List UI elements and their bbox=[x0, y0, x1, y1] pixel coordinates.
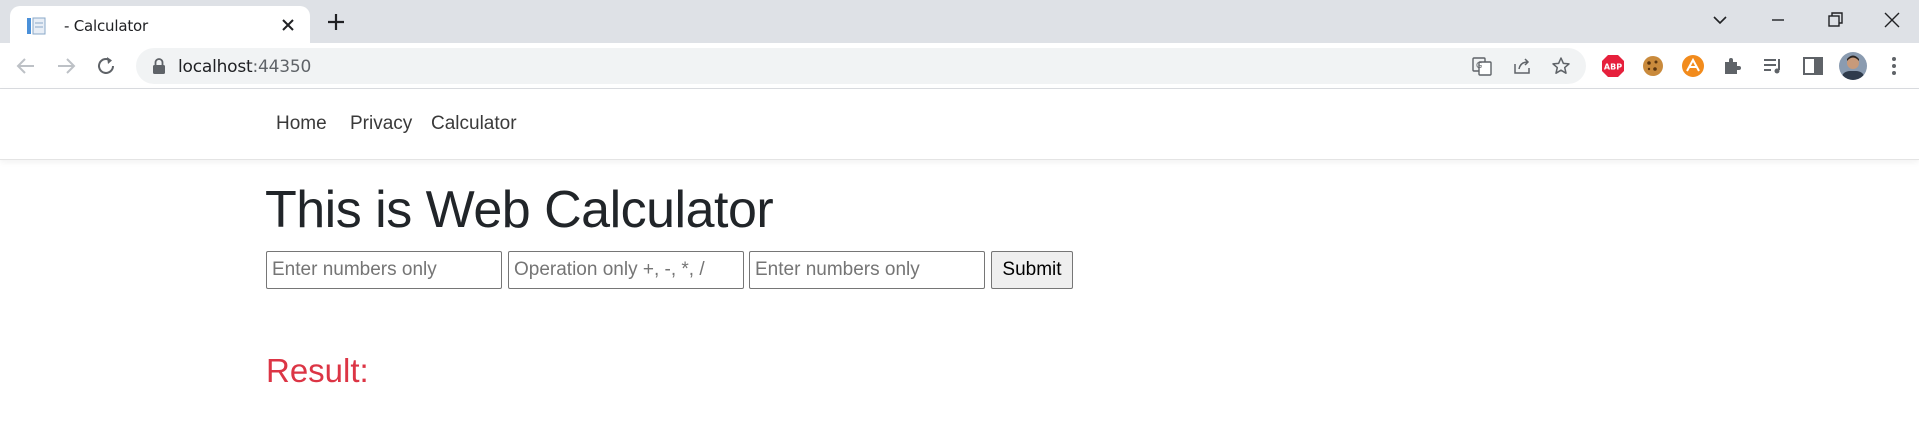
close-window-icon[interactable] bbox=[1882, 10, 1902, 30]
reload-icon[interactable] bbox=[94, 54, 118, 78]
page-title: This is Web Calculator bbox=[265, 181, 774, 239]
site-navbar: Home Privacy Calculator bbox=[0, 89, 1919, 160]
url-host: localhost bbox=[178, 57, 253, 77]
address-bar[interactable]: localhost:44350 G bbox=[136, 48, 1586, 84]
puzzle-icon[interactable] bbox=[1721, 54, 1745, 78]
submit-button[interactable]: Submit bbox=[991, 251, 1073, 289]
close-icon[interactable] bbox=[280, 17, 296, 33]
nav-link-privacy[interactable]: Privacy bbox=[350, 113, 412, 135]
restore-icon[interactable] bbox=[1825, 10, 1845, 30]
result-label: Result: bbox=[266, 352, 369, 389]
avatar[interactable] bbox=[1839, 52, 1867, 80]
back-icon[interactable] bbox=[14, 54, 38, 78]
chevron-down-icon[interactable] bbox=[1710, 10, 1730, 30]
kebab-menu-icon[interactable] bbox=[1882, 54, 1906, 78]
media-queue-icon[interactable] bbox=[1761, 54, 1785, 78]
url-port: :44350 bbox=[252, 57, 312, 77]
calendar-favicon-icon bbox=[27, 17, 46, 35]
side-panel-icon[interactable] bbox=[1801, 54, 1825, 78]
nav-link-home[interactable]: Home bbox=[276, 113, 327, 135]
nav-link-calculator[interactable]: Calculator bbox=[431, 113, 517, 135]
star-icon[interactable] bbox=[1551, 56, 1571, 76]
browser-tab[interactable]: - Calculator bbox=[10, 6, 310, 43]
svg-text:ABP: ABP bbox=[1604, 63, 1622, 72]
minimize-icon[interactable] bbox=[1768, 10, 1788, 30]
browser-toolbar: localhost:44350 G ABP bbox=[0, 43, 1919, 89]
share-icon[interactable] bbox=[1512, 56, 1532, 76]
adblock-icon[interactable]: ABP bbox=[1601, 54, 1625, 78]
first-number-input[interactable] bbox=[266, 251, 502, 289]
browser-tabstrip: - Calculator bbox=[0, 0, 1919, 43]
url-text: localhost:44350 bbox=[178, 57, 311, 77]
lock-icon[interactable] bbox=[152, 58, 166, 74]
forward-icon[interactable] bbox=[54, 54, 78, 78]
operation-input[interactable] bbox=[508, 251, 744, 289]
svg-text:G: G bbox=[1476, 61, 1482, 70]
tab-title: - Calculator bbox=[64, 17, 148, 35]
translate-icon[interactable]: G bbox=[1472, 56, 1492, 76]
extension-orange-icon[interactable] bbox=[1681, 54, 1705, 78]
plus-icon[interactable] bbox=[326, 12, 346, 32]
second-number-input[interactable] bbox=[749, 251, 985, 289]
cookie-icon[interactable] bbox=[1641, 54, 1665, 78]
